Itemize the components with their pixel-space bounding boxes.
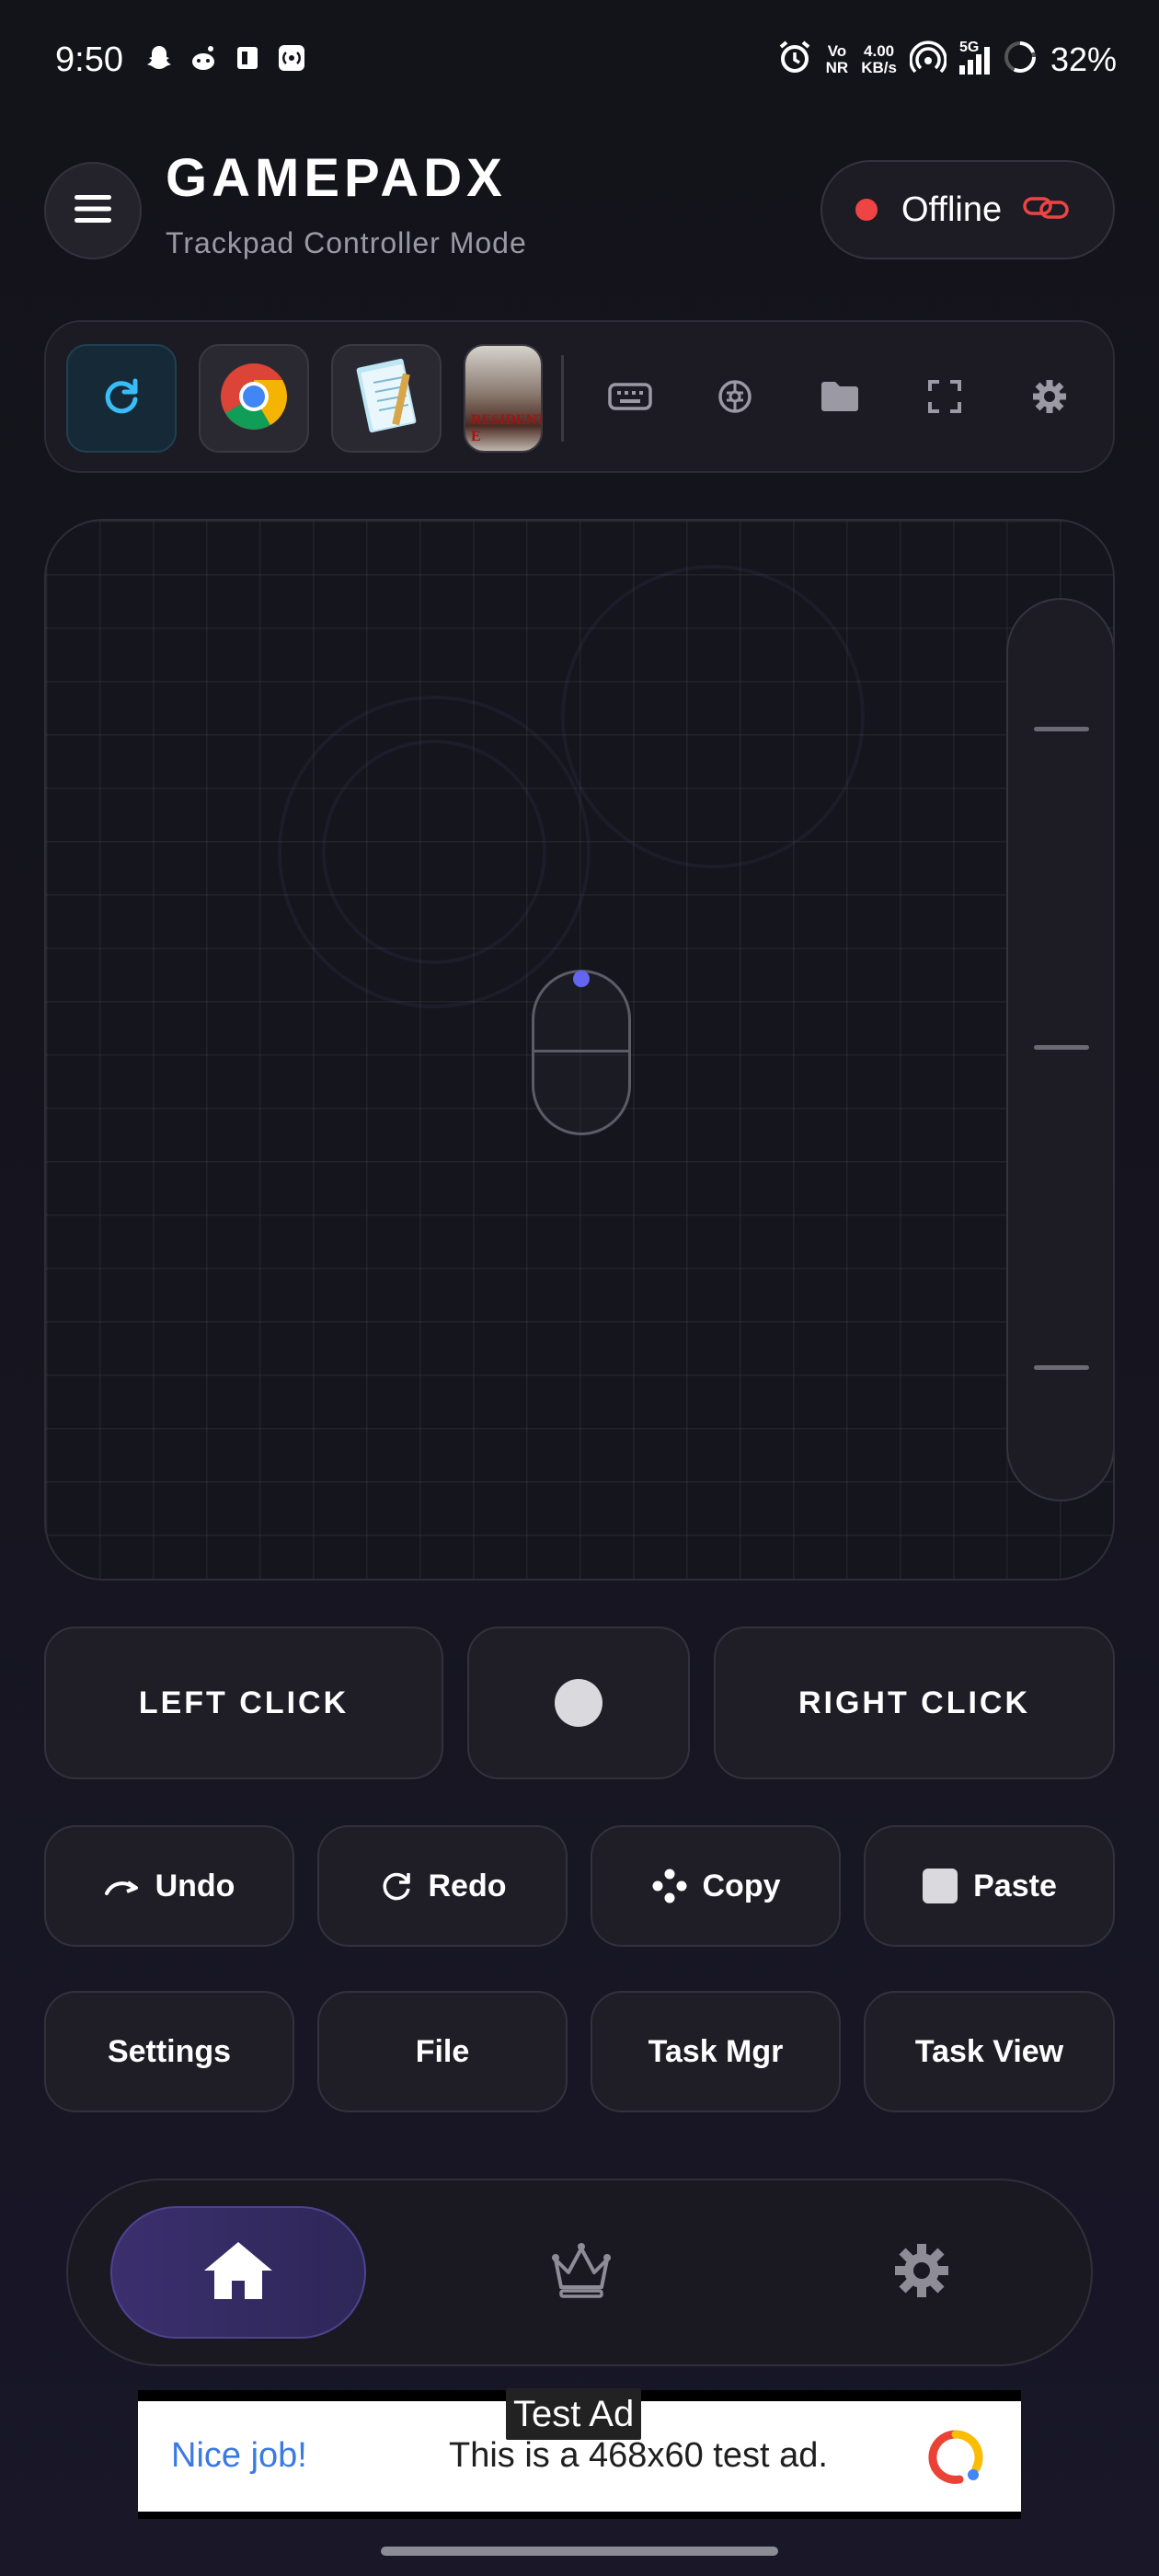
paste-button[interactable]: Paste [864,1825,1115,1947]
scroll-strip[interactable] [1006,598,1113,1501]
quick-launch-bar: RESIDENT E [44,320,1115,473]
copy-icon [651,1868,688,1904]
connection-status: Offline [901,190,1003,229]
nav-home-button[interactable] [110,2206,366,2339]
signal-icon: 5G [958,40,990,75]
wifi-hotspot-icon [909,39,947,80]
crown-icon [548,2241,614,2305]
battery-ring-icon [1003,40,1038,79]
home-indicator[interactable] [381,2547,778,2556]
ad-banner[interactable]: Nice job! This is a 468x60 test ad. Test… [138,2388,1021,2519]
game-cover-icon: RESIDENT E [465,346,541,451]
left-click-button[interactable]: LEFT CLICK [44,1627,443,1779]
mouse-cursor-indicator [532,970,631,1135]
snapchat-icon [143,42,175,74]
app-title: GAMEPADX [166,148,507,208]
settings-button[interactable] [1019,368,1080,429]
right-click-button[interactable]: RIGHT CLICK [714,1627,1115,1779]
reddit-icon [188,42,219,74]
notepad-icon [350,355,423,443]
network-speed: 4.00 KB/s [861,41,897,76]
refresh-button[interactable] [66,344,177,453]
notification-icons [143,42,307,74]
task-view-button[interactable]: Task View [864,1991,1115,2112]
ad-body: This is a 468x60 test ad. [449,2436,828,2475]
scroll-tick-top [1034,727,1089,731]
link-broken-icon [1022,191,1070,229]
status-right: Vo NR 4.00 KB/s 5G 32% [776,39,1117,80]
hamburger-icon [73,192,113,230]
volte-indicator: Vo NR [825,41,849,76]
gamepad-icon [714,375,756,422]
gear-icon [1029,376,1070,421]
chrome-app-button[interactable] [199,344,309,453]
battery-percent: 32% [1050,40,1117,78]
fullscreen-icon [926,378,963,420]
nav-settings-button[interactable] [870,2221,973,2324]
middle-click-dot [555,1679,602,1727]
folder-button[interactable] [809,368,870,429]
copy-button[interactable]: Copy [591,1825,841,1947]
app-screen: 9:50 Vo NR 4.00 KB/s 5G 32% GAMEPADX Tra… [0,0,1159,2576]
decorative-ring-inner [322,740,546,964]
task-manager-button[interactable]: Task Mgr [591,1991,841,2112]
device-icon [232,42,263,74]
undo-icon [104,1875,141,1897]
status-dot [855,199,878,221]
notepad-app-button[interactable] [331,344,442,453]
ad-headline: Nice job! [171,2436,307,2475]
trackpad-area[interactable] [44,519,1115,1581]
alarm-icon [776,39,813,80]
redo-button[interactable]: Redo [317,1825,568,1947]
folder-icon [819,378,861,420]
game-app-button[interactable]: RESIDENT E [464,344,543,453]
scroll-tick-middle [1034,1045,1089,1050]
paste-label: Paste [973,1868,1057,1903]
decorative-ring-large [561,565,865,868]
keyboard-button[interactable] [600,368,660,429]
connection-status-button[interactable]: Offline [820,160,1115,259]
keyboard-icon [607,380,653,418]
settings-shortcut-button[interactable]: Settings [44,1991,294,2112]
app-subtitle: Trackpad Controller Mode [166,226,527,259]
menu-button[interactable] [44,162,142,259]
ad-logo-icon [927,2429,984,2486]
chrome-icon [219,362,289,436]
mouse-divider [534,1050,628,1052]
undo-button[interactable]: Undo [44,1825,294,1947]
scroll-wheel-dot [573,971,590,987]
fullscreen-button[interactable] [914,368,975,429]
redo-label: Redo [428,1868,507,1903]
middle-click-button[interactable] [467,1627,690,1779]
undo-label: Undo [155,1868,235,1903]
redo-icon [379,1869,414,1903]
scroll-tick-bottom [1034,1365,1089,1370]
settings-icon [890,2239,953,2306]
hotspot-icon [276,42,307,74]
bottom-navigation [66,2179,1093,2366]
gamepad-button[interactable] [705,368,765,429]
test-ad-label: Test Ad [506,2388,642,2440]
status-bar: 9:50 Vo NR 4.00 KB/s 5G 32% [0,0,1159,123]
copy-label: Copy [702,1868,781,1903]
home-icon [202,2239,274,2306]
paste-icon [922,1868,958,1904]
quick-bar-divider [561,355,564,442]
status-time: 9:50 [55,40,123,79]
file-button[interactable]: File [317,1991,568,2112]
refresh-icon [98,374,144,424]
nav-premium-button[interactable] [530,2221,633,2324]
